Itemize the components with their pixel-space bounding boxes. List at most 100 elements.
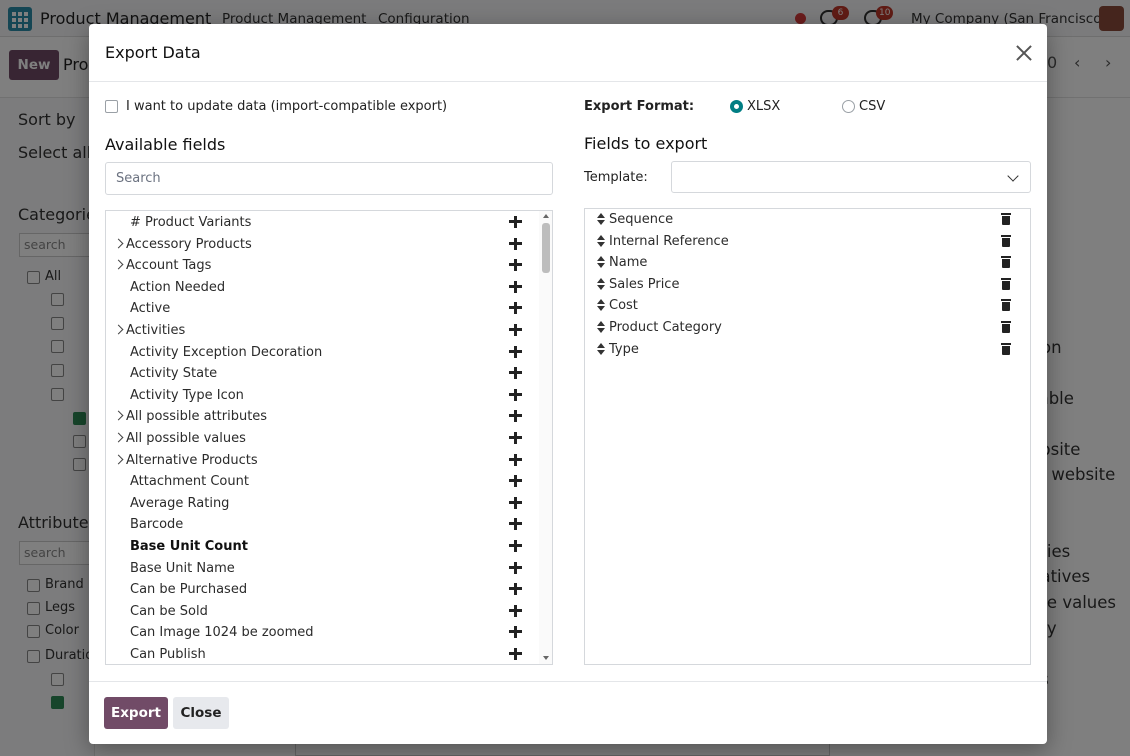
available-field-row[interactable]: Can Publish [106, 645, 538, 664]
available-field-label: Activity Exception Decoration [130, 344, 323, 360]
export-field-label: Internal Reference [609, 233, 729, 249]
add-field-plus-icon[interactable] [509, 625, 523, 639]
add-field-plus-icon[interactable] [509, 388, 523, 402]
modal-title: Export Data [105, 43, 201, 62]
format-xlsx-radio[interactable] [730, 100, 743, 113]
export-field-row[interactable]: Cost [585, 296, 1030, 317]
available-field-row[interactable]: Activity Exception Decoration [106, 343, 538, 364]
add-field-plus-icon[interactable] [509, 561, 523, 575]
available-field-row[interactable]: Attachment Count [106, 472, 538, 493]
available-field-row[interactable]: Active [106, 299, 538, 320]
export-button[interactable]: Export [104, 697, 168, 729]
drag-sort-icon[interactable] [597, 321, 605, 335]
available-fields-heading: Available fields [105, 135, 226, 154]
drag-sort-icon[interactable] [597, 299, 605, 313]
available-field-label: Accessory Products [126, 236, 252, 252]
available-field-row[interactable]: Action Needed [106, 278, 538, 299]
available-field-row[interactable]: Can Image 1024 be zoomed [106, 623, 538, 644]
add-field-plus-icon[interactable] [509, 409, 523, 423]
trash-icon[interactable] [1001, 234, 1011, 247]
field-search-input[interactable] [105, 162, 553, 195]
template-label: Template: [584, 170, 648, 185]
scrollbar-thumb[interactable] [542, 223, 550, 273]
available-field-row[interactable]: Can be Purchased [106, 580, 538, 601]
close-icon[interactable] [1013, 42, 1035, 64]
chevron-right-icon[interactable] [113, 432, 124, 443]
export-field-row[interactable]: Internal Reference [585, 232, 1030, 253]
drag-sort-icon[interactable] [597, 277, 605, 292]
add-field-plus-icon[interactable] [509, 366, 523, 380]
drag-sort-icon[interactable] [597, 213, 605, 227]
add-field-plus-icon[interactable] [509, 431, 523, 445]
add-field-plus-icon[interactable] [509, 496, 523, 510]
available-field-row[interactable]: Can be Sold [106, 602, 538, 623]
trash-icon[interactable] [1001, 321, 1011, 333]
add-field-plus-icon[interactable] [509, 453, 523, 467]
available-field-row[interactable]: Base Unit Name [106, 559, 538, 580]
available-field-row[interactable]: Account Tags [106, 256, 538, 277]
add-field-plus-icon[interactable] [509, 215, 523, 229]
drag-sort-icon[interactable] [597, 342, 605, 357]
import-compatible-checkbox[interactable] [105, 100, 118, 113]
export-field-label: Product Category [609, 320, 722, 335]
available-field-row[interactable]: All possible values [106, 429, 538, 450]
available-field-row[interactable]: Activity State [106, 364, 538, 385]
available-field-label: Activities [126, 323, 186, 338]
chevron-right-icon[interactable] [113, 324, 124, 335]
trash-icon[interactable] [1001, 213, 1011, 225]
add-field-plus-icon[interactable] [509, 280, 523, 294]
available-field-row[interactable]: Average Rating [106, 494, 538, 515]
export-field-row[interactable]: Sequence [585, 210, 1030, 231]
chevron-right-icon[interactable] [113, 454, 124, 465]
trash-icon[interactable] [1001, 342, 1011, 355]
scroll-down-icon[interactable] [543, 656, 549, 660]
available-field-row[interactable]: Base Unit Count [106, 537, 538, 558]
add-field-plus-icon[interactable] [509, 237, 523, 251]
close-button[interactable]: Close [173, 697, 229, 729]
chevron-right-icon[interactable] [113, 259, 124, 270]
chevron-right-icon[interactable] [113, 238, 124, 249]
export-field-label: Cost [609, 298, 638, 314]
export-format-label: Export Format: [584, 99, 695, 114]
format-csv-label[interactable]: CSV [859, 99, 885, 114]
add-field-plus-icon[interactable] [509, 301, 523, 315]
available-field-row[interactable]: All possible attributes [106, 407, 538, 428]
add-field-plus-icon[interactable] [509, 539, 523, 553]
export-field-row[interactable]: Sales Price [585, 275, 1030, 296]
available-field-row[interactable]: # Product Variants [106, 213, 538, 234]
add-field-plus-icon[interactable] [509, 582, 523, 596]
add-field-plus-icon[interactable] [509, 323, 523, 337]
export-field-label: Sequence [609, 212, 674, 227]
add-field-plus-icon[interactable] [509, 647, 523, 661]
add-field-plus-icon[interactable] [509, 258, 523, 272]
export-field-row[interactable]: Type [585, 340, 1030, 361]
drag-sort-icon[interactable] [597, 256, 605, 270]
scrollbar[interactable] [539, 211, 552, 664]
add-field-plus-icon[interactable] [509, 517, 523, 531]
available-field-row[interactable]: Barcode [106, 515, 538, 536]
available-field-label: Average Rating [130, 495, 230, 511]
scroll-up-icon[interactable] [543, 214, 549, 218]
available-field-label: Base Unit Count [130, 539, 248, 554]
import-compatible-label[interactable]: I want to update data (import-compatible… [126, 99, 447, 114]
chevron-right-icon[interactable] [113, 410, 124, 421]
available-field-label: # Product Variants [130, 215, 252, 230]
format-csv-radio[interactable] [842, 100, 855, 113]
fields-to-export-heading: Fields to export [584, 134, 708, 153]
available-field-row[interactable]: Accessory Products [106, 235, 538, 256]
add-field-plus-icon[interactable] [509, 345, 523, 359]
add-field-plus-icon[interactable] [509, 474, 523, 488]
trash-icon[interactable] [1001, 277, 1011, 290]
export-field-row[interactable]: Name [585, 253, 1030, 274]
available-field-row[interactable]: Activity Type Icon [106, 386, 538, 407]
available-field-label: Base Unit Name [130, 560, 235, 576]
export-field-row[interactable]: Product Category [585, 318, 1030, 339]
add-field-plus-icon[interactable] [509, 604, 523, 618]
format-xlsx-label[interactable]: XLSX [747, 99, 780, 114]
available-field-row[interactable]: Activities [106, 321, 538, 342]
available-field-row[interactable]: Alternative Products [106, 451, 538, 472]
trash-icon[interactable] [1001, 256, 1011, 269]
drag-sort-icon[interactable] [597, 234, 605, 249]
trash-icon[interactable] [1001, 299, 1011, 312]
template-select[interactable] [671, 161, 1031, 193]
